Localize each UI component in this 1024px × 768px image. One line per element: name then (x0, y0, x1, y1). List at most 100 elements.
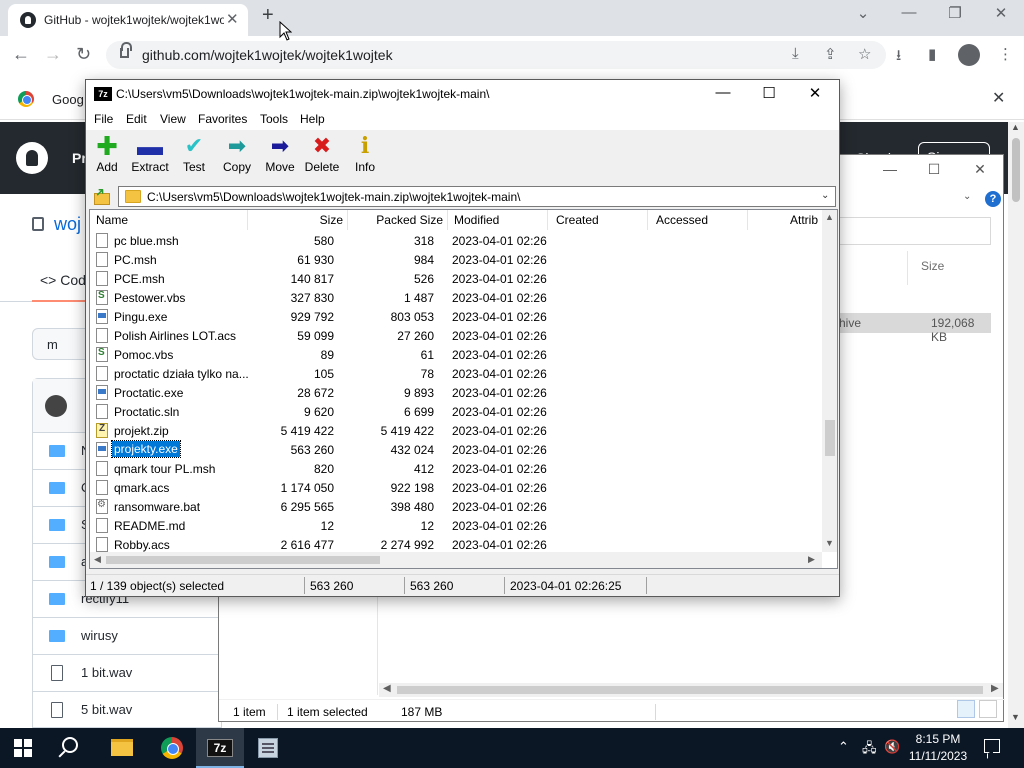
large-icons-view-icon[interactable] (979, 700, 997, 718)
close-icon[interactable]: ✕ (792, 84, 838, 102)
tab-search-icon[interactable]: ⌄ (840, 4, 886, 22)
explorer-search-box[interactable] (819, 217, 991, 245)
column-header-accessed[interactable]: Accessed (648, 210, 748, 230)
list-item[interactable]: 1 bit.wav (33, 655, 223, 692)
explorer-horizontal-scrollbar[interactable]: ◀ ▶ (379, 683, 1003, 697)
close-window-icon[interactable]: ✕ (978, 4, 1024, 22)
taskbar-app[interactable] (244, 728, 292, 768)
list-item[interactable]: wirusy (33, 618, 223, 655)
column-header-created[interactable]: Created (548, 210, 648, 230)
system-clock[interactable]: 8:15 PM 11/11/2023 (900, 731, 976, 765)
chevron-down-icon[interactable]: ⌄ (821, 190, 829, 201)
help-icon[interactable]: ? (985, 191, 1001, 207)
table-row[interactable]: qmark tour PL.msh 820 412 2023-04-01 02:26 (90, 459, 822, 478)
volume-muted-icon[interactable]: 🔇 (884, 739, 900, 755)
browser-tab[interactable]: GitHub - wojtek1wojtek/wojtek1wojtek ✕ (8, 4, 248, 36)
search-icon[interactable] (62, 737, 78, 753)
details-view-icon[interactable] (957, 700, 975, 718)
explorer-maximize-icon[interactable]: ☐ (911, 161, 957, 178)
ribbon-expand-icon[interactable]: ⌄ (963, 191, 971, 202)
minimize-icon[interactable]: — (886, 4, 932, 21)
profile-avatar-icon[interactable] (958, 44, 980, 66)
scroll-down-icon[interactable]: ▼ (825, 538, 834, 548)
column-header-name[interactable]: Name (90, 210, 248, 230)
menu-help[interactable]: Help (300, 112, 325, 126)
chrome-menu-icon[interactable]: ⋮ (998, 45, 1013, 63)
taskbar-7zip[interactable]: 7z (196, 728, 244, 768)
table-row[interactable]: Proctatic.sln 9 620 6 699 2023-04-01 02:26 (90, 402, 822, 421)
delete-button[interactable]: ✖ Delete (298, 134, 346, 180)
lock-icon[interactable] (120, 42, 132, 58)
column-header-attrib[interactable]: Attrib (748, 210, 824, 230)
page-scrollbar[interactable]: ▲ ▼ (1008, 122, 1024, 728)
table-row[interactable]: Polish Airlines LOT.acs 59 099 27 260 2023-… (90, 326, 822, 345)
start-button[interactable] (14, 739, 32, 757)
table-row[interactable]: Pomoc.vbs 89 61 2023-04-01 02:26 (90, 345, 822, 364)
scroll-up-icon[interactable]: ▲ (825, 212, 834, 222)
scroll-left-icon[interactable]: ◀ (383, 683, 391, 694)
menu-favorites[interactable]: Favorites (198, 112, 247, 126)
github-logo-icon[interactable] (16, 142, 48, 174)
minimize-icon[interactable]: — (700, 84, 746, 101)
table-row[interactable]: ransomware.bat 6 295 565 398 480 2023-04-01… (90, 497, 822, 516)
bookmark-star-icon[interactable]: ☆ (858, 45, 871, 63)
table-row[interactable]: projekty.exe 563 260 432 024 2023-04-01 02:… (90, 440, 822, 459)
menu-view[interactable]: View (160, 112, 186, 126)
table-row[interactable]: README.md 12 12 2023-04-01 02:26 (90, 516, 822, 535)
commit-author-avatar[interactable] (45, 395, 67, 417)
scrollbar-thumb[interactable] (1012, 138, 1020, 202)
address-bar[interactable]: github.com/wojtek1wojtek/wojtek1wojtek (106, 41, 886, 69)
scrollbar-thumb[interactable] (825, 420, 835, 456)
add-button[interactable]: ✚ Add (83, 133, 131, 180)
7zip-title-bar[interactable]: 7z C:\Users\vm5\Downloads\wojtek1wojtek-… (86, 80, 839, 108)
restore-icon[interactable]: ❐ (932, 4, 978, 22)
7zip-app-icon[interactable]: 7z (94, 87, 112, 101)
info-button[interactable]: i Info (341, 134, 389, 180)
file-name[interactable]: 5 bit.wav (81, 702, 132, 717)
explorer-minimize-icon[interactable]: — (867, 161, 913, 177)
network-icon[interactable]: 🖧 (862, 739, 877, 761)
table-row[interactable]: Proctatic.exe 28 672 9 893 2023-04-01 02:26 (90, 383, 822, 402)
tab-close-icon[interactable]: ✕ (226, 10, 239, 28)
reload-icon[interactable]: ↻ (76, 44, 91, 65)
copy-button[interactable]: ➡ Copy (213, 134, 261, 180)
table-row[interactable]: proctatic działa tylko na... 105 78 2023-04… (90, 364, 822, 383)
downloads-icon[interactable]: ⭳ (896, 45, 901, 70)
scroll-down-icon[interactable]: ▼ (1011, 712, 1020, 722)
repo-name[interactable]: woj (54, 214, 81, 234)
vertical-scrollbar[interactable]: ▲ ▼ (822, 210, 837, 552)
table-row[interactable]: projekt.zip 5 419 422 5 419 422 2023-04-01 … (90, 421, 822, 440)
file-name[interactable]: wirusy (81, 628, 118, 643)
tray-overflow-chevron-icon[interactable]: ⌃ (838, 739, 849, 755)
infobar-close-icon[interactable]: ✕ (992, 88, 1005, 108)
taskbar-file-explorer[interactable] (98, 728, 146, 768)
move-button[interactable]: ➡ Move (256, 134, 304, 180)
install-app-icon[interactable]: ⤓ (792, 45, 799, 62)
menu-tools[interactable]: Tools (260, 112, 288, 126)
scrollbar-thumb[interactable] (397, 686, 983, 694)
notifications-icon[interactable] (984, 739, 1000, 753)
taskbar-chrome[interactable] (148, 728, 196, 768)
scroll-right-icon[interactable]: ▶ (808, 554, 815, 565)
scroll-right-icon[interactable]: ▶ (991, 683, 999, 694)
repo-title[interactable]: woj (32, 214, 81, 235)
folder-up-icon[interactable] (92, 187, 110, 205)
table-row[interactable]: pc blue.msh 580 318 2023-04-01 02:26 (90, 231, 822, 250)
table-row[interactable]: PCE.msh 140 817 526 2023-04-01 02:26 (90, 269, 822, 288)
back-arrow-icon[interactable]: ← (12, 44, 30, 65)
maximize-icon[interactable]: ☐ (746, 84, 792, 102)
menu-file[interactable]: File (94, 112, 113, 126)
test-button[interactable]: ✔ Test (170, 134, 218, 180)
share-icon[interactable]: ⇪ (824, 45, 837, 63)
table-row[interactable]: qmark.acs 1 174 050 922 198 2023-04-01 02:2… (90, 478, 822, 497)
explorer-close-icon[interactable]: ✕ (957, 161, 1003, 178)
tab-code[interactable]: <> Cod (40, 272, 86, 288)
horizontal-scrollbar[interactable]: ◀ ▶ (90, 552, 822, 568)
table-row[interactable]: PC.msh 61 930 984 2023-04-01 02:26 (90, 250, 822, 269)
column-header-size[interactable]: Size (248, 210, 348, 230)
scroll-left-icon[interactable]: ◀ (94, 554, 101, 565)
table-row[interactable]: Pingu.exe 929 792 803 053 2023-04-01 02:26 (90, 307, 822, 326)
column-header-modified[interactable]: Modified (448, 210, 548, 230)
file-name[interactable]: 1 bit.wav (81, 665, 132, 680)
path-combobox[interactable]: C:\Users\vm5\Downloads\wojtek1wojtek-mai… (118, 186, 836, 207)
